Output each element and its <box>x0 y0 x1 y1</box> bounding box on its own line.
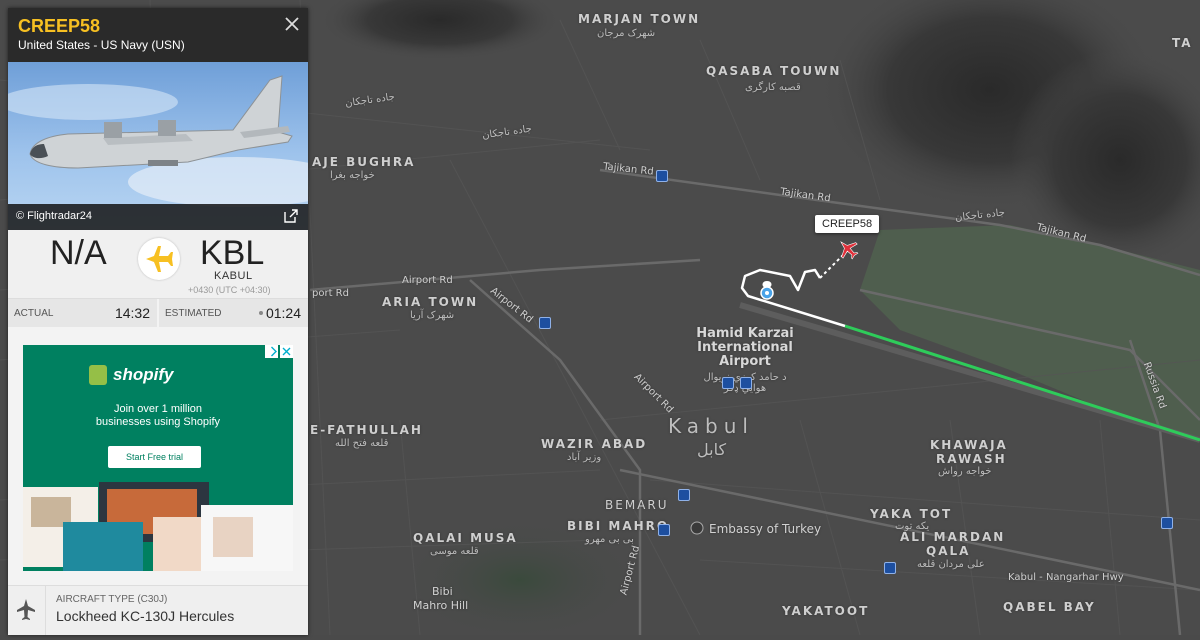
panel-header: CREEP58 United States - US Navy (USN) <box>8 8 308 62</box>
bus-stop-icon <box>678 489 690 501</box>
flight-callsign-tag[interactable]: CREEP58 <box>815 215 880 233</box>
bus-stop-icon <box>539 317 551 329</box>
map-label-aria-town: ARIA TOWN <box>382 295 479 309</box>
actual-time: 14:32 <box>114 305 150 321</box>
actual-time-cell: ACTUAL 14:32 <box>8 299 156 327</box>
times-row: ACTUAL 14:32 ESTIMATED 01:24 <box>8 299 308 327</box>
start-free-trial-button[interactable]: Start Free trial <box>108 446 201 468</box>
map-label-kabul-ar: کابل <box>697 440 727 459</box>
ad-mockup-image <box>23 482 293 571</box>
map-label-aje-bughra: AJE BUGHRA <box>312 155 416 169</box>
map-label-embassy-turkey: Embassy of Turkey <box>709 522 822 536</box>
route-section: N/A KBL KABUL +0430 (UTC +04:30) <box>8 230 308 299</box>
ad-close-icon[interactable] <box>280 345 293 358</box>
map-label-kabul: Kabul <box>668 414 754 438</box>
flight-info-panel: CREEP58 United States - US Navy (USN) © … <box>8 8 308 635</box>
map-label-bibi-mahro: BIBI MAHRO <box>567 519 670 533</box>
map-label-fathullah: E-FATHULLAH <box>310 423 423 437</box>
callsign-title: CREEP58 <box>18 16 101 36</box>
close-icon[interactable] <box>284 14 300 36</box>
map-label-qasaba-town-ar: قصبه کارگری <box>745 82 801 93</box>
map-label-yaka-tot: YAKA TOT <box>870 507 953 521</box>
map-label-bibi: Bibi <box>432 585 453 598</box>
bus-stop-icon <box>740 377 752 389</box>
ad-info-icon[interactable] <box>265 345 278 358</box>
map-label-khawaja: KHAWAJA <box>930 438 1008 452</box>
map-label-ali-mardan: ALI MARDAN <box>900 530 1006 544</box>
map-label-bibi-mahro-ar: بی بی مهرو <box>585 534 634 545</box>
map-label-qalai-musa-ar: قلعه موسی <box>430 546 479 557</box>
external-link-icon[interactable] <box>282 207 300 225</box>
map-label-marjan-town-ar: شهرک مرجان <box>597 28 656 39</box>
aircraft-type-section[interactable]: AIRCRAFT TYPE (C30J) Lockheed KC-130J He… <box>8 585 308 635</box>
shopify-ad[interactable]: shopify Join over 1 million businesses u… <box>23 345 293 571</box>
map-label-fathullah-ar: قلعه فتح الله <box>335 438 389 449</box>
destination-timezone: +0430 (UTC +04:30) <box>188 285 271 295</box>
map-label-ali-mardan-ar: علی مردان قلعه <box>917 559 985 570</box>
estimated-time: 01:24 <box>265 305 301 321</box>
map-label-qabel-bay: QABEL BAY <box>1003 600 1096 614</box>
plane-direction-icon <box>138 238 180 280</box>
map-label-aje-bughra-ar: خواجه بغرا <box>330 170 375 181</box>
bus-stop-icon <box>1161 517 1173 529</box>
destination-city: KABUL <box>214 270 253 282</box>
map-label-port-rd: port Rd <box>312 288 349 299</box>
aircraft-type-value: Lockheed KC-130J Hercules <box>56 608 235 624</box>
map-label-mahro-hill: Mahro Hill <box>413 599 469 612</box>
status-dot-icon <box>259 311 263 315</box>
bus-stop-icon <box>884 562 896 574</box>
map-label-marjan-town: MARJAN TOWN <box>578 12 701 26</box>
destination-code[interactable]: KBL <box>200 234 264 273</box>
map-label-hamid-karzai-airport: Hamid Karzai International Airport <box>696 326 794 369</box>
map-label-ta: TA <box>1172 36 1193 50</box>
map-label-rawash: RAWASH <box>936 452 1007 466</box>
estimated-label: ESTIMATED <box>165 308 222 319</box>
aircraft-photo[interactable]: © Flightradar24 <box>8 62 308 230</box>
ad-headline: Join over 1 million businesses using Sho… <box>95 403 221 428</box>
map-label-bemaru: BEMARU <box>605 498 669 512</box>
embassy-marker-icon <box>690 521 704 535</box>
map-label-qasaba-town: QASABA TOUWN <box>706 64 842 78</box>
bus-stop-icon <box>722 377 734 389</box>
map-label-qalai-musa: QALAI MUSA <box>413 531 518 545</box>
advertisement-container: shopify Join over 1 million businesses u… <box>8 335 308 585</box>
bus-stop-icon <box>658 524 670 536</box>
map-label-aria-town-ar: شهرک آریا <box>410 310 455 321</box>
location-pin-icon <box>760 281 774 300</box>
airline-name: United States - US Navy (USN) <box>18 38 185 52</box>
map-label-wazir-abad-ar: وزیر آباد <box>567 452 602 463</box>
map-label-wazir-abad: WAZIR ABAD <box>541 437 648 451</box>
map-label-airport-rd-1: Airport Rd <box>402 275 453 286</box>
bus-stop-icon <box>656 170 668 182</box>
photo-caption-bar: © Flightradar24 <box>8 204 308 230</box>
photo-credit: © Flightradar24 <box>16 210 92 222</box>
aircraft-type-label: AIRCRAFT TYPE (C30J) <box>56 594 168 605</box>
map-label-yakatoot: YAKATOOT <box>782 604 870 618</box>
map-label-kabul-nangarhar-hwy: Kabul - Nangarhar Hwy <box>1008 572 1124 583</box>
estimated-time-cell: ESTIMATED 01:24 <box>159 299 307 327</box>
shopify-bag-icon <box>89 365 107 385</box>
shopify-logo: shopify <box>89 365 173 385</box>
aircraft-icon <box>16 598 36 622</box>
map-label-khawaja-rawash-ar: خواجه رواش <box>938 466 992 477</box>
actual-label: ACTUAL <box>14 308 54 319</box>
map-label-qala: QALA <box>926 544 971 558</box>
origin-code[interactable]: N/A <box>50 234 107 273</box>
